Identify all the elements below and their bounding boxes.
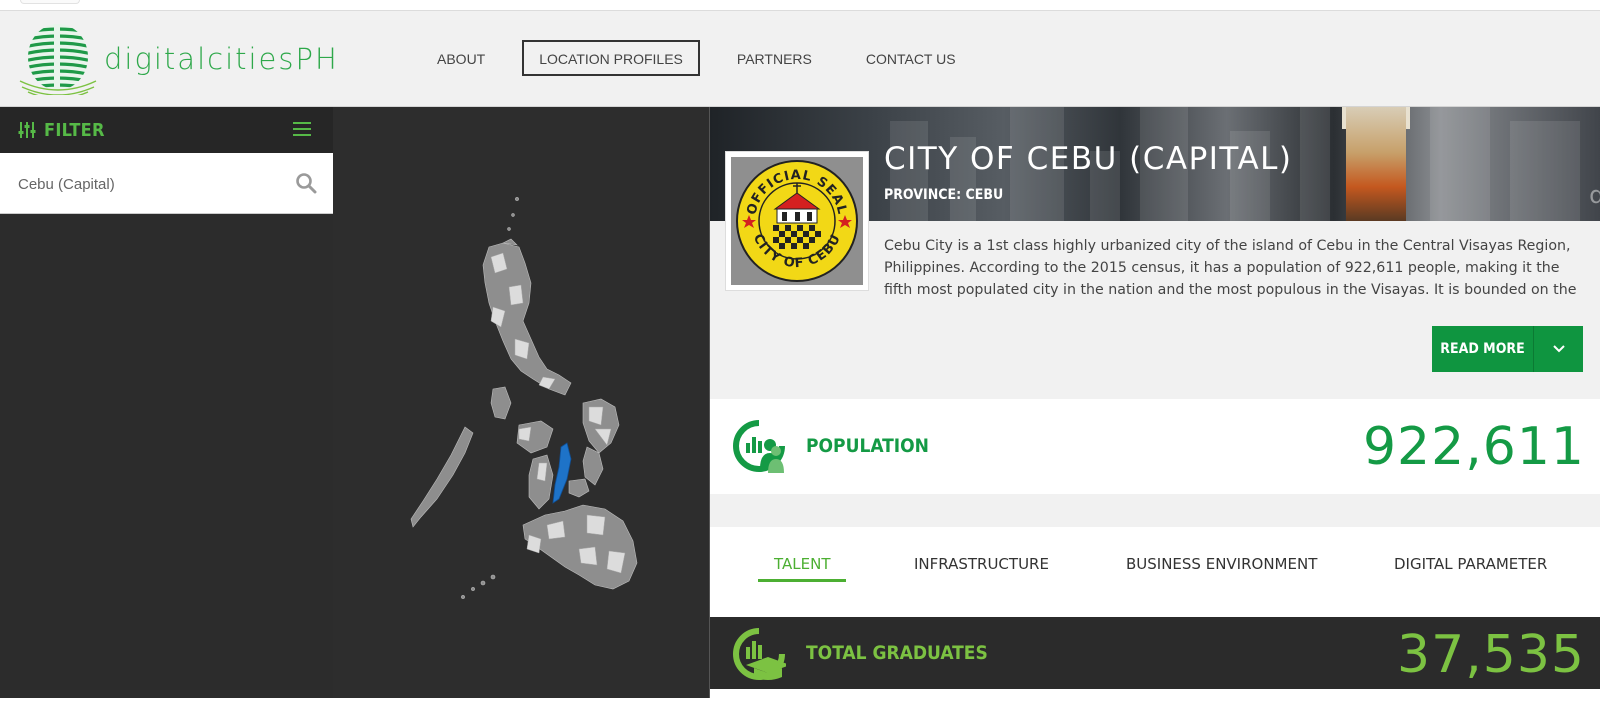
nav-about[interactable]: ABOUT — [420, 40, 502, 76]
tab-business-environment[interactable]: BUSINESS ENVIRONMENT — [1126, 555, 1317, 579]
city-title: CITY OF CEBU (CAPITAL) — [884, 141, 1293, 177]
read-more-button[interactable]: READ MORE — [1432, 326, 1534, 372]
population-icon — [733, 420, 785, 473]
site-header: digitalcitiesPH ABOUT LOCATION PROFILES … — [0, 11, 1600, 107]
browser-top-strip — [0, 0, 1600, 11]
location-profile: CITY OF CEBU (CAPITAL) PROVINCE: CEBU di… — [709, 107, 1600, 701]
hamburger-icon[interactable] — [293, 122, 311, 136]
map-region-cebu-selected — [552, 442, 572, 504]
population-value: 922,611 — [1362, 417, 1585, 477]
philippines-map-panel — [333, 107, 709, 698]
main-nav: ABOUT LOCATION PROFILES PARTNERS CONTACT… — [420, 40, 993, 76]
graduates-value: 37,535 — [1397, 625, 1585, 685]
map-region-leyte — [582, 446, 604, 486]
nav-contact-us[interactable]: CONTACT US — [849, 40, 973, 76]
nav-partners[interactable]: PARTNERS — [720, 40, 829, 76]
nav-location-profiles[interactable]: LOCATION PROFILES — [522, 40, 700, 76]
top-tab-nub — [20, 0, 80, 4]
city-seal-frame: OFFICIAL SEAL CITY OF CEBU — [725, 151, 869, 291]
filter-header: FILTER — [0, 107, 333, 153]
search-box — [0, 153, 333, 214]
graduates-label: TOTAL GRADUATES — [806, 642, 988, 664]
filter-sidebar: FILTER — [0, 107, 333, 698]
map-region-palawan — [410, 426, 474, 528]
sliders-icon — [18, 122, 36, 138]
profile-tabs: TALENT INFRASTRUCTURE BUSINESS ENVIRONME… — [710, 527, 1600, 617]
graduates-icon — [733, 628, 786, 680]
chevron-down-icon — [1552, 345, 1565, 353]
logo-icon — [19, 24, 97, 95]
tab-infrastructure[interactable]: INFRASTRUCTURE — [914, 555, 1049, 579]
province-label: PROVINCE: CEBU — [884, 187, 1004, 203]
population-stat: POPULATION 922,611 — [710, 399, 1600, 494]
city-seal-icon: OFFICIAL SEAL CITY OF CEBU — [736, 160, 858, 282]
read-more-group: READ MORE — [1432, 326, 1583, 372]
tab-digital-parameter[interactable]: DIGITAL PARAMETER — [1394, 555, 1547, 579]
location-search-input[interactable] — [18, 171, 278, 197]
site-logo[interactable]: digitalcitiesPH — [18, 23, 339, 95]
next-section-edge — [710, 689, 1600, 701]
population-label: POPULATION — [806, 435, 929, 457]
map-region-bohol — [568, 478, 590, 498]
search-icon[interactable] — [295, 172, 317, 194]
read-more-toggle[interactable] — [1534, 326, 1583, 372]
banner-watermark: di — [1589, 181, 1600, 209]
total-graduates-stat: TOTAL GRADUATES 37,535 — [710, 617, 1600, 689]
tab-talent[interactable]: TALENT — [758, 555, 847, 582]
philippines-map[interactable] — [333, 107, 709, 698]
filter-label: FILTER — [44, 119, 105, 141]
map-region-mindoro — [490, 386, 512, 420]
city-description: Cebu City is a 1st class highly urbanize… — [884, 238, 1577, 298]
logo-text: digitalcitiesPH — [104, 42, 339, 76]
